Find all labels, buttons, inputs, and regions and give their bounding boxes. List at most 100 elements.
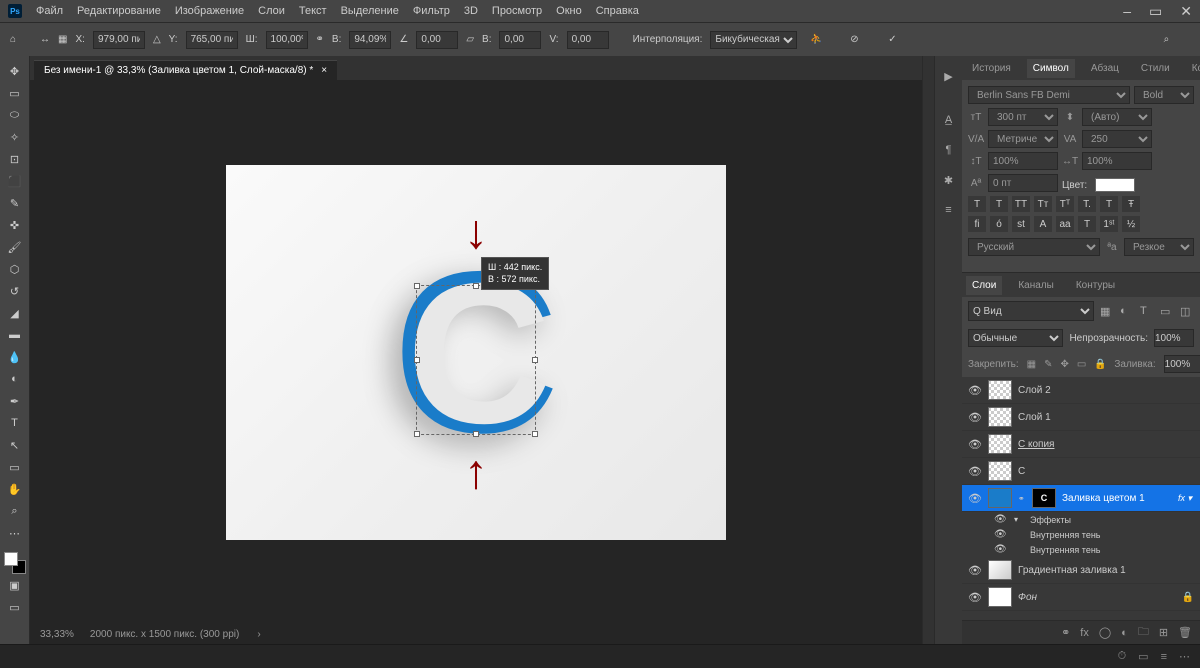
layer-thumb[interactable] bbox=[988, 407, 1012, 427]
tab-channels[interactable]: Каналы bbox=[1012, 276, 1060, 295]
minimize-icon[interactable]: – bbox=[1123, 3, 1131, 20]
vscale-input[interactable] bbox=[988, 152, 1058, 170]
filter-text-icon[interactable]: T bbox=[1140, 305, 1154, 317]
collapse-icon[interactable]: ▾ bbox=[1014, 515, 1024, 524]
opacity-input[interactable] bbox=[1154, 329, 1194, 347]
timeline-icon[interactable]: ⏱ bbox=[1118, 650, 1127, 663]
menu-edit[interactable]: Редактирование bbox=[77, 5, 161, 17]
fill-input[interactable] bbox=[1164, 355, 1200, 373]
menu-file[interactable]: Файл bbox=[36, 5, 63, 17]
text-color-swatch[interactable] bbox=[1095, 178, 1135, 192]
link-layers-icon[interactable]: ⚭ bbox=[1061, 626, 1070, 639]
link-mask-icon[interactable]: ⚭ bbox=[1018, 494, 1026, 503]
home-icon[interactable]: ⌂ bbox=[10, 29, 16, 51]
tab-history[interactable]: История bbox=[966, 59, 1017, 78]
eyedropper-tool[interactable]: ✎ bbox=[3, 192, 27, 214]
arrange-icon[interactable]: ▭ bbox=[1193, 29, 1200, 51]
zoom-level[interactable]: 33,33% bbox=[40, 629, 74, 640]
more-icon[interactable]: ⋯ bbox=[1179, 650, 1190, 663]
x-input[interactable] bbox=[93, 31, 145, 49]
close-tab-icon[interactable]: × bbox=[321, 65, 327, 76]
visibility-icon[interactable]: 👁 bbox=[968, 384, 982, 397]
layer-name[interactable]: С копия bbox=[1018, 439, 1194, 450]
layer-style-icon[interactable]: fx bbox=[1080, 627, 1089, 639]
bold-btn[interactable]: T bbox=[968, 196, 986, 212]
filter-smart-icon[interactable]: ◫ bbox=[1180, 305, 1194, 318]
italic-btn[interactable]: T bbox=[990, 196, 1008, 212]
w-input[interactable] bbox=[266, 31, 308, 49]
ordinal-btn[interactable]: 1ˢᵗ bbox=[1100, 216, 1118, 232]
ligature-btn[interactable]: fi bbox=[968, 216, 986, 232]
color-swatches[interactable] bbox=[4, 552, 26, 574]
visibility-icon[interactable]: 👁 bbox=[994, 529, 1008, 540]
h-input[interactable] bbox=[349, 31, 391, 49]
layer-item-selected[interactable]: 👁 ⚭ C Заливка цветом 1 fx ▾ bbox=[962, 485, 1200, 512]
layer-thumb[interactable] bbox=[988, 434, 1012, 454]
lock-all-icon[interactable]: 🔒 bbox=[1094, 359, 1106, 370]
superscript-btn[interactable]: Tᵀ bbox=[1056, 196, 1074, 212]
filter-image-icon[interactable]: ▦ bbox=[1100, 305, 1114, 318]
aa-select[interactable]: Резкое bbox=[1124, 238, 1194, 256]
layer-filter-select[interactable]: Q Вид bbox=[968, 301, 1094, 321]
menu-image[interactable]: Изображение bbox=[175, 5, 244, 17]
history-brush-tool[interactable]: ↺ bbox=[3, 280, 27, 302]
layer-name[interactable]: Градиентная заливка 1 bbox=[1018, 565, 1194, 576]
cancel-icon[interactable]: ⊘ bbox=[843, 29, 865, 51]
zoom-tool[interactable]: ⌕ bbox=[3, 500, 27, 522]
fraction-btn[interactable]: ½ bbox=[1122, 216, 1140, 232]
mask-mode-icon[interactable]: ▣ bbox=[3, 574, 27, 596]
tab-character[interactable]: Символ bbox=[1027, 59, 1075, 78]
layer-thumb[interactable] bbox=[988, 461, 1012, 481]
move-tool[interactable]: ✥ bbox=[3, 60, 27, 82]
gradient-tool[interactable]: ▬ bbox=[3, 324, 27, 346]
handle-mr[interactable] bbox=[532, 357, 538, 363]
layer-thumb[interactable] bbox=[988, 380, 1012, 400]
layer-name[interactable]: Слой 2 bbox=[1018, 385, 1194, 396]
layer-item[interactable]: 👁 Слой 2 bbox=[962, 377, 1200, 404]
transform-bounding-box[interactable] bbox=[416, 285, 536, 435]
type-tool[interactable]: T bbox=[3, 412, 27, 434]
kerning-select[interactable]: Метрически bbox=[988, 130, 1058, 148]
underline-btn[interactable]: T bbox=[1100, 196, 1118, 212]
visibility-icon[interactable]: 👁 bbox=[968, 411, 982, 424]
layer-name[interactable]: С bbox=[1018, 466, 1194, 477]
font-family-select[interactable]: Berlin Sans FB Demi bbox=[968, 86, 1130, 104]
handle-br[interactable] bbox=[532, 431, 538, 437]
play-icon[interactable]: ▶ bbox=[939, 66, 959, 86]
menu-text[interactable]: Текст bbox=[299, 5, 327, 17]
handle-bm[interactable] bbox=[473, 431, 479, 437]
crop-tool[interactable]: ⊡ bbox=[3, 148, 27, 170]
pen-tool[interactable]: ✒ bbox=[3, 390, 27, 412]
layer-item[interactable]: 👁 С bbox=[962, 458, 1200, 485]
brush-tool[interactable]: 🖌 bbox=[3, 236, 27, 258]
handle-tl[interactable] bbox=[414, 283, 420, 289]
subscript-btn[interactable]: T. bbox=[1078, 196, 1096, 212]
wand-tool[interactable]: ✧ bbox=[3, 126, 27, 148]
new-layer-icon[interactable]: ⊞ bbox=[1159, 626, 1168, 639]
style-panel-icon[interactable]: ≡ bbox=[939, 200, 959, 220]
arrange2-icon[interactable]: ▭ bbox=[1138, 650, 1148, 663]
maximize-icon[interactable]: ▭ bbox=[1149, 3, 1162, 20]
blur-tool[interactable]: 💧 bbox=[3, 346, 27, 368]
handle-bl[interactable] bbox=[414, 431, 420, 437]
stamp-tool[interactable]: ⬡ bbox=[3, 258, 27, 280]
contextual-btn[interactable]: ó bbox=[990, 216, 1008, 232]
layer-item[interactable]: 👁 Слой 1 bbox=[962, 404, 1200, 431]
visibility-icon[interactable]: 👁 bbox=[968, 492, 982, 505]
effect-item[interactable]: 👁 Внутренняя тень bbox=[962, 527, 1200, 542]
lasso-tool[interactable]: ⬭ bbox=[3, 104, 27, 126]
delete-icon[interactable]: 🗑 bbox=[1178, 626, 1192, 639]
path-tool[interactable]: ↖ bbox=[3, 434, 27, 456]
glyph-panel-icon[interactable]: ✱ bbox=[939, 170, 959, 190]
layer-item[interactable]: 👁 Градиентная заливка 1 bbox=[962, 557, 1200, 584]
document-tab[interactable]: Без имени-1 @ 33,3% (Заливка цветом 1, С… bbox=[34, 60, 337, 80]
layer-name[interactable]: Слой 1 bbox=[1018, 412, 1194, 423]
visibility-icon[interactable]: 👁 bbox=[968, 591, 982, 604]
menu-view[interactable]: Просмотр bbox=[492, 5, 542, 17]
layer-name[interactable]: Заливка цветом 1 bbox=[1062, 493, 1172, 504]
shape-tool[interactable]: ▭ bbox=[3, 456, 27, 478]
blend-mode-select[interactable]: Обычные bbox=[968, 329, 1063, 347]
doc-info[interactable]: 2000 пикс. x 1500 пикс. (300 ppi) bbox=[90, 629, 239, 640]
font-size-select[interactable]: 300 пт bbox=[988, 108, 1058, 126]
reference-point-icon[interactable]: ▦ bbox=[58, 29, 67, 51]
